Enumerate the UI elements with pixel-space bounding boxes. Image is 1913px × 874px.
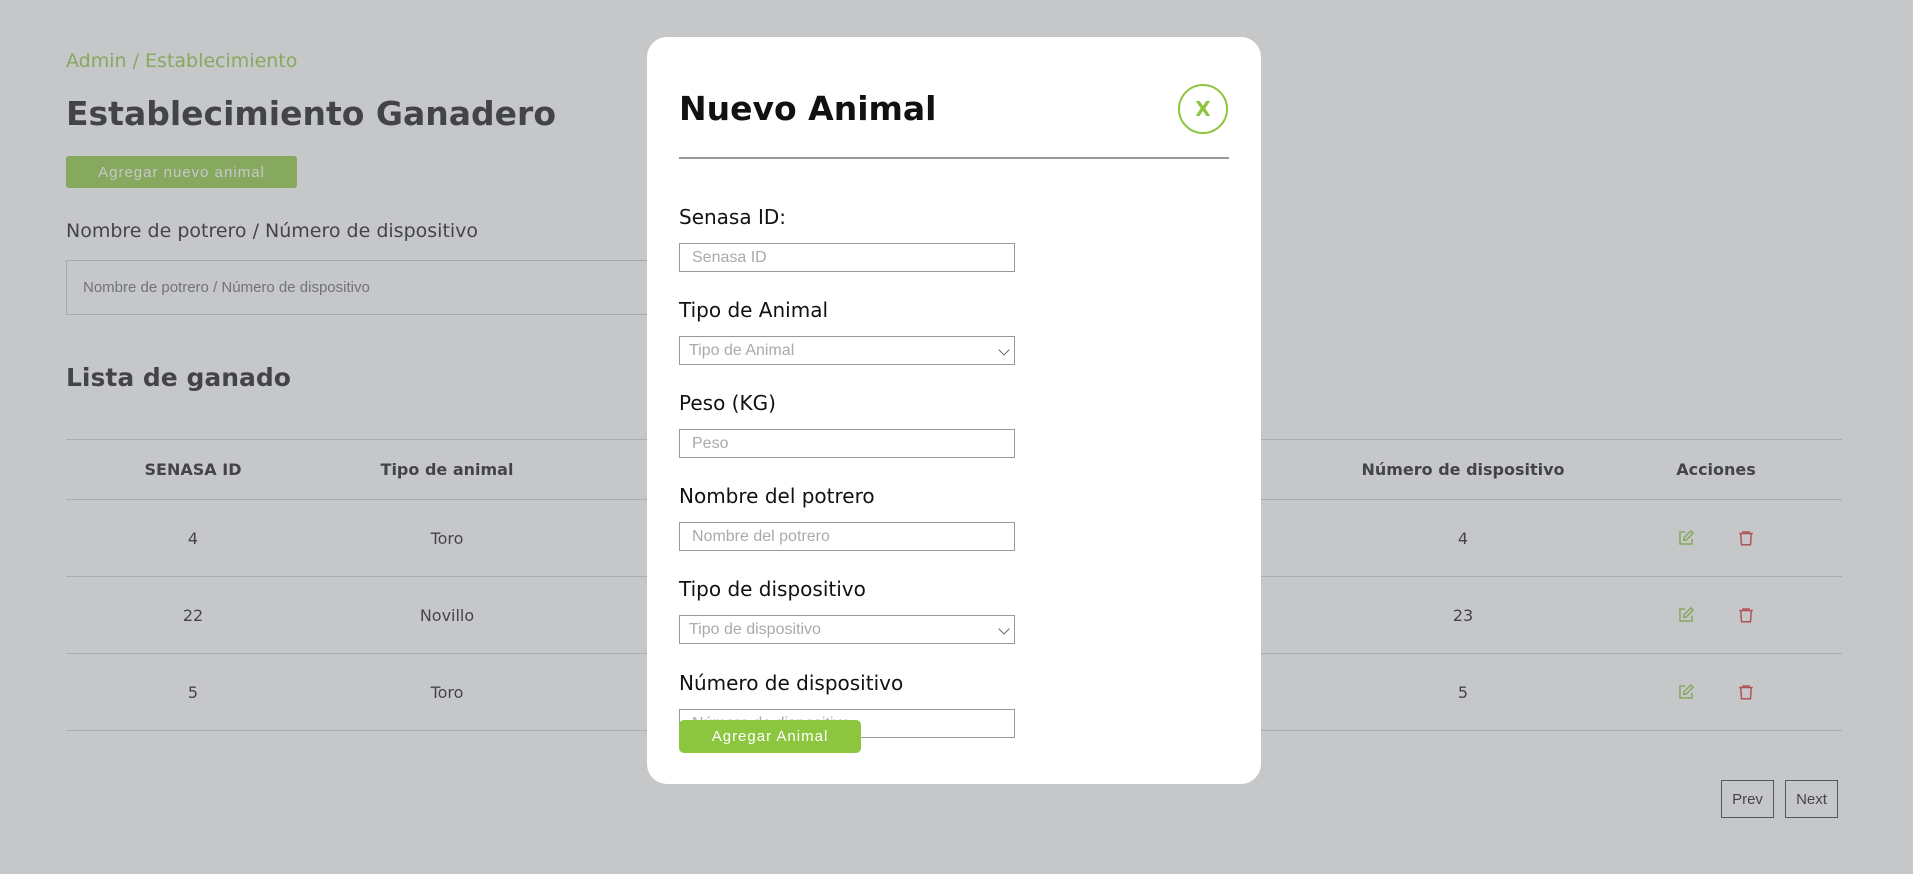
device-type-field-group: Tipo de dispositivo Tipo de dispositivo (679, 577, 1015, 644)
weight-label: Peso (KG) (679, 391, 776, 415)
device-type-select[interactable]: Tipo de dispositivo (679, 615, 1015, 644)
chevron-down-icon (998, 344, 1010, 356)
animal-type-field-group: Tipo de Animal Tipo de Animal (679, 298, 1015, 365)
animal-type-select[interactable]: Tipo de Animal (679, 336, 1015, 365)
paddock-input[interactable] (679, 522, 1015, 551)
weight-field-group: Peso (KG) (679, 391, 1015, 458)
device-number-label: Número de dispositivo (679, 671, 904, 695)
animal-type-label: Tipo de Animal (679, 298, 829, 322)
device-type-label: Tipo de dispositivo (679, 577, 866, 601)
close-modal-button[interactable]: X (1178, 84, 1228, 134)
senasa-id-label: Senasa ID: (679, 205, 787, 229)
senasa-id-input[interactable] (679, 243, 1015, 272)
device-type-select-value: Tipo de dispositivo (689, 621, 821, 638)
senasa-id-field-group: Senasa ID: (679, 205, 1015, 272)
paddock-field-group: Nombre del potrero (679, 484, 1015, 551)
weight-input[interactable] (679, 429, 1015, 458)
modal-title: Nuevo Animal (679, 89, 937, 128)
new-animal-modal: Nuevo Animal X Senasa ID: Tipo de Animal… (647, 37, 1261, 784)
add-animal-submit-button[interactable]: Agregar Animal (679, 720, 861, 753)
chevron-down-icon (998, 623, 1010, 635)
paddock-label: Nombre del potrero (679, 484, 875, 508)
animal-type-select-value: Tipo de Animal (689, 342, 795, 359)
modal-divider (679, 157, 1229, 159)
